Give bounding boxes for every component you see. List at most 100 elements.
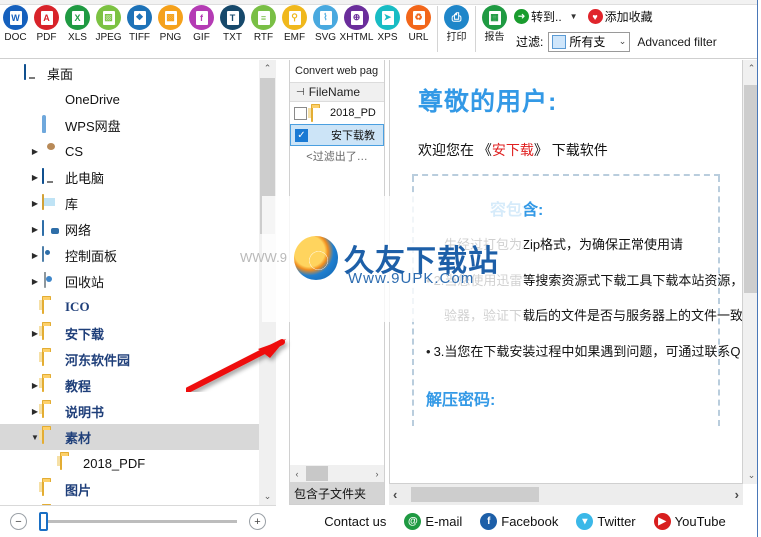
- tree-expander-4[interactable]: ▶: [28, 173, 42, 182]
- tree-item-7[interactable]: ▶ 控制面板: [0, 242, 275, 268]
- preview-hscroll-thumb[interactable]: [411, 487, 539, 502]
- footer-link-e-mail[interactable]: @ E-mail: [404, 512, 462, 530]
- preview-line-1: 牛经过打包为Zip格式，为确保正常使用请: [444, 237, 684, 252]
- file-list-panel[interactable]: Convert web pag ⊣ FileName 2018_PD ✓ 安下载教 …: [289, 60, 385, 505]
- footer-link-twitter[interactable]: ▾ Twitter: [576, 512, 636, 530]
- footer-link-youtube[interactable]: ▶ YouTube: [653, 512, 726, 530]
- filter-dropdown[interactable]: 所有支 ⌄: [548, 31, 631, 52]
- folder-tree-panel[interactable]: 桌面 OneDrive WPS网盘 ▶ CS ▶ 此电脑 ▶ 库 ▶ 网络 ▶ 控制面板 ▶ 回收站 ICO ▶…: [0, 60, 276, 505]
- tree-item-label: OneDrive: [65, 91, 120, 107]
- tree-expander-3[interactable]: ▶: [28, 147, 42, 156]
- preview-welcome-line: 欢迎您在 《安下载》 下载软件: [418, 140, 742, 160]
- tree-item-6[interactable]: ▶ 网络: [0, 216, 275, 242]
- folder-tree-scrollbar[interactable]: ⌃ ⌄: [259, 60, 276, 505]
- preview-scroll-right-icon[interactable]: ›: [735, 487, 739, 502]
- tree-item-15[interactable]: 2018_PDF: [0, 450, 275, 476]
- include-subfolders-bar[interactable]: 包含子文件夹: [290, 482, 384, 504]
- preview-scroll-left-icon[interactable]: ‹: [393, 487, 397, 502]
- print-button[interactable]: ⎙ 打印: [441, 5, 472, 59]
- tree-scroll-up-icon[interactable]: ⌃: [259, 60, 276, 77]
- file-list-row-0[interactable]: 2018_PD: [290, 102, 384, 124]
- format-button-url[interactable]: ♻ URL: [403, 5, 434, 59]
- format-button-pdf[interactable]: A PDF: [31, 5, 62, 59]
- library-icon: [42, 194, 60, 211]
- preview-line-2: • 2.当您使用迅雷等搜索资源式下载工具下载本站资源，: [426, 271, 742, 291]
- format-button-group: W DOC A PDF X XLS ▨ JPEG ❖ TIFF ▩ PNG f GIF T TXT ≡ RTF ⚲ E…: [0, 0, 434, 59]
- tree-item-4[interactable]: ▶ 此电脑: [0, 164, 275, 190]
- control-panel-icon: [42, 246, 60, 263]
- file-list-horizontal-scrollbar[interactable]: ‹ ›: [290, 465, 384, 482]
- preview-horizontal-scrollbar[interactable]: ‹ ›: [389, 484, 743, 505]
- tree-scroll-down-icon[interactable]: ⌄: [259, 488, 276, 505]
- format-button-jpeg[interactable]: ▨ JPEG: [93, 5, 124, 59]
- tree-item-16[interactable]: 图片: [0, 476, 275, 502]
- emf-icon: ⚲: [282, 5, 307, 30]
- format-button-xps[interactable]: ➤ XPS: [372, 5, 403, 59]
- format-button-svg[interactable]: ⌇ SVG: [310, 5, 341, 59]
- file-checkbox-0[interactable]: [294, 106, 307, 120]
- file-list-title: Convert web pag: [295, 65, 379, 77]
- list-hscroll-thumb[interactable]: [306, 466, 328, 481]
- tree-zoom-bar[interactable]: − +: [0, 505, 276, 537]
- file-list-column-header[interactable]: ⊣ FileName: [290, 82, 384, 102]
- file-name-label: 安下载教: [331, 130, 375, 142]
- format-button-gif[interactable]: f GIF: [186, 5, 217, 59]
- tree-scroll-thumb[interactable]: [260, 78, 275, 234]
- tree-item-label: 网络: [65, 222, 92, 238]
- xhtml-icon: ⊕: [344, 5, 369, 30]
- format-button-label: TIFF: [128, 32, 151, 43]
- footer-link-facebook[interactable]: f Facebook: [480, 512, 558, 530]
- format-button-xhtml[interactable]: ⊕ XHTML: [340, 5, 373, 59]
- filter-chevron-down-icon[interactable]: ⌄: [619, 36, 627, 47]
- zoom-out-button[interactable]: −: [10, 513, 27, 530]
- tree-item-9[interactable]: ICO: [0, 294, 275, 320]
- filename-column-label: FileName: [308, 85, 361, 99]
- goto-label[interactable]: 转到..: [531, 8, 562, 25]
- tree-expander-6[interactable]: ▶: [28, 225, 42, 234]
- advanced-filter-link[interactable]: Advanced filter: [637, 35, 716, 49]
- tiff-icon: ❖: [127, 5, 152, 30]
- filter-row: 过滤: 所有支 ⌄ Advanced filter: [514, 29, 761, 54]
- main-toolbar: W DOC A PDF X XLS ▨ JPEG ❖ TIFF ▩ PNG f GIF T TXT ≡ RTF ⚲ E…: [0, 0, 761, 59]
- file-list-row-1[interactable]: ✓ 安下载教: [290, 124, 384, 146]
- tree-item-14[interactable]: ▼ 素材: [0, 424, 275, 450]
- tree-item-13[interactable]: ▶ 说明书: [0, 398, 275, 424]
- tree-item-label: 素材: [65, 430, 92, 446]
- format-button-rtf[interactable]: ≡ RTF: [248, 5, 279, 59]
- list-scroll-right-icon[interactable]: ›: [370, 469, 384, 479]
- tree-item-8[interactable]: ▶ 回收站: [0, 268, 275, 294]
- format-button-tiff[interactable]: ❖ TIFF: [124, 5, 155, 59]
- tree-expander-8[interactable]: ▶: [28, 277, 42, 286]
- pin-icon[interactable]: ⊣: [296, 87, 305, 98]
- zoom-in-button[interactable]: +: [249, 513, 266, 530]
- format-button-emf[interactable]: ⚲ EMF: [279, 5, 310, 59]
- printer-icon: ⎙: [444, 5, 469, 30]
- tree-expander-5[interactable]: ▶: [28, 199, 42, 208]
- preview-line-4-text: 3.当您在下载安装过程中如果遇到问题，可通过联系Q: [433, 344, 741, 359]
- format-button-xls[interactable]: X XLS: [62, 5, 93, 59]
- zoom-slider-track[interactable]: [39, 512, 237, 531]
- folder-icon: [42, 350, 60, 367]
- tree-expander-7[interactable]: ▶: [28, 251, 42, 260]
- tree-item-2[interactable]: WPS网盘: [0, 112, 275, 138]
- file-checkbox-1[interactable]: ✓: [295, 128, 308, 142]
- add-favorite-label[interactable]: 添加收藏: [605, 8, 653, 25]
- format-button-png[interactable]: ▩ PNG: [155, 5, 186, 59]
- format-button-label: PDF: [36, 32, 57, 43]
- goto-chevron-down-icon[interactable]: ▼: [570, 12, 578, 21]
- tree-item-0[interactable]: 桌面: [0, 60, 275, 86]
- list-scroll-left-icon[interactable]: ‹: [290, 469, 304, 479]
- tree-item-1[interactable]: OneDrive: [0, 86, 275, 112]
- format-button-doc[interactable]: W DOC: [0, 5, 31, 59]
- url-icon: ♻: [406, 5, 431, 30]
- user-icon: [42, 143, 60, 159]
- footer-social-links: @ E-mail f Facebook ▾ Twitter ▶ YouTube: [395, 512, 734, 530]
- format-button-txt[interactable]: T TXT: [217, 5, 248, 59]
- format-button-label: XPS: [377, 32, 398, 43]
- tree-item-3[interactable]: ▶ CS: [0, 138, 275, 164]
- onedrive-cloud-icon: [42, 91, 60, 107]
- report-button[interactable]: ▦ 报告: [479, 5, 510, 59]
- report-icon: ▦: [482, 5, 507, 30]
- zoom-slider-thumb[interactable]: [39, 512, 48, 531]
- tree-item-5[interactable]: ▶ 库: [0, 190, 275, 216]
